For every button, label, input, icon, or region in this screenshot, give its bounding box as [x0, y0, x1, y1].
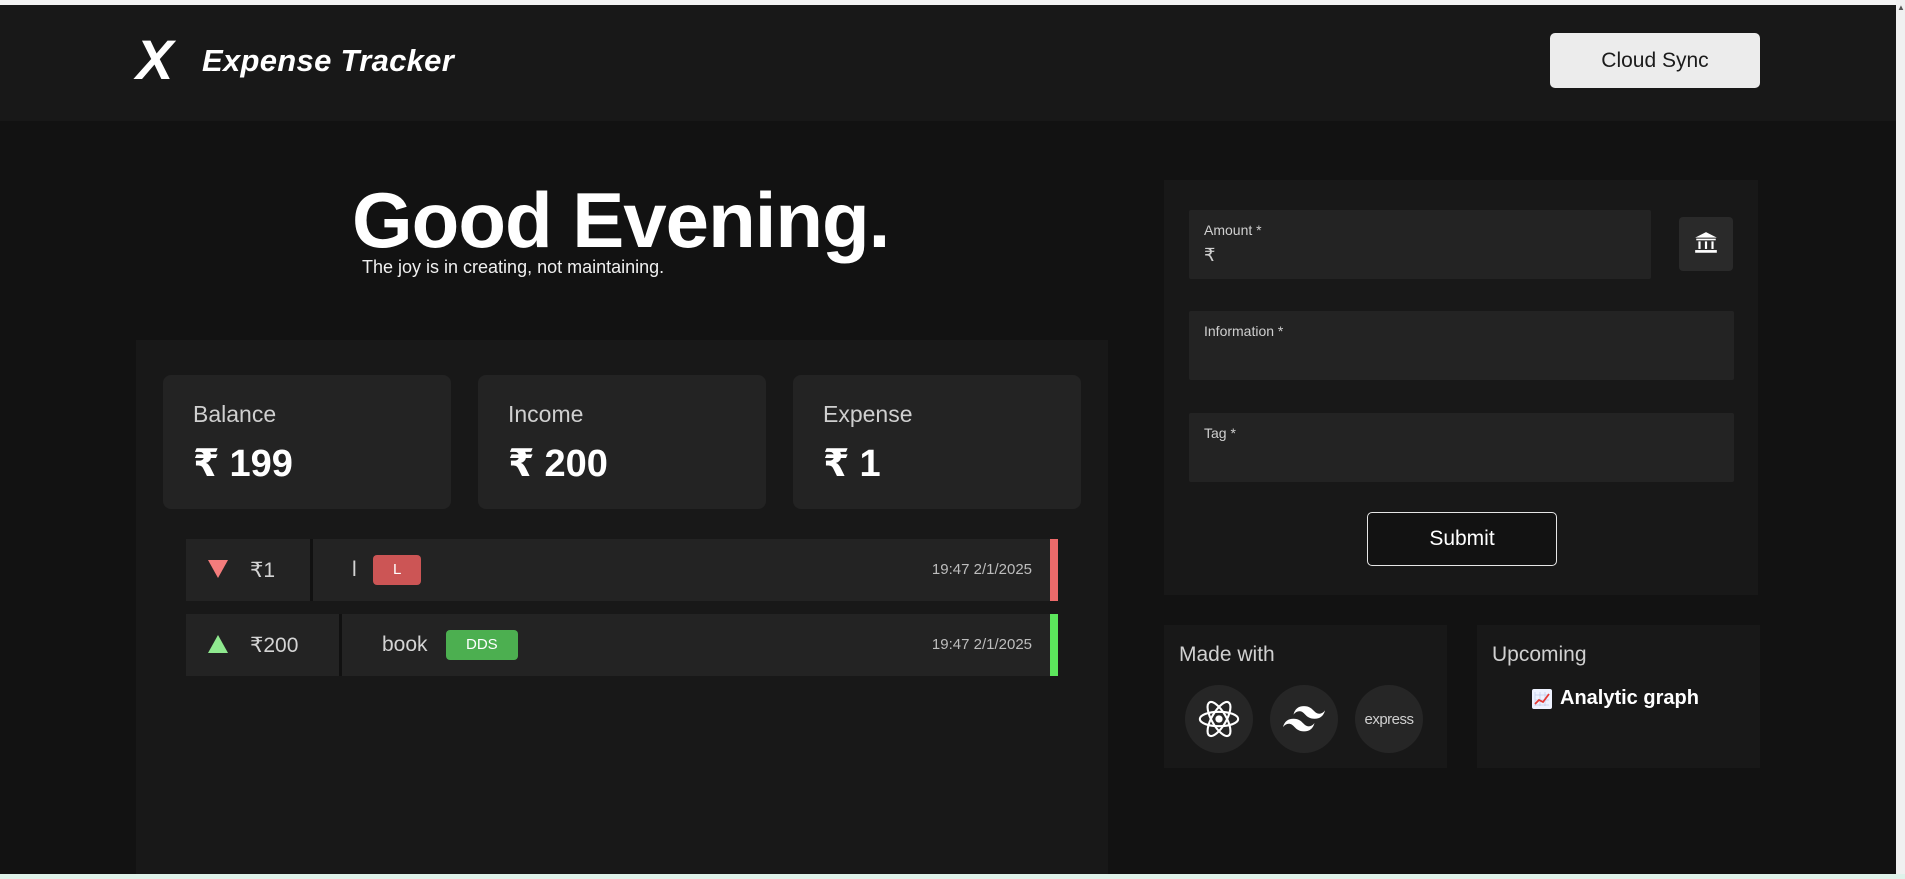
transaction-info: book: [382, 633, 428, 656]
tag-label: Tag *: [1204, 425, 1236, 441]
currency-prefix: ₹: [1204, 245, 1216, 265]
cloud-sync-button[interactable]: Cloud Sync: [1550, 33, 1760, 88]
currency-symbol: ₹: [823, 443, 850, 485]
upcoming-item-label: Analytic graph: [1560, 687, 1699, 709]
expense-indicator: [1050, 539, 1058, 601]
page: X Expense Tracker Cloud Sync Good Evenin…: [0, 0, 1905, 879]
brand-title: Expense Tracker: [202, 43, 455, 78]
transaction-tag: L: [373, 555, 422, 585]
balance-value: ₹199: [193, 441, 293, 486]
transaction-time: 19:47 2/1/2025: [931, 636, 1032, 653]
transaction-row[interactable]: ₹200 book DDS 19:47 2/1/2025: [186, 614, 1058, 676]
transaction-tag: DDS: [446, 630, 518, 660]
bottom-border: [0, 874, 1905, 879]
balance-card: Balance ₹199: [163, 375, 451, 509]
scrollbar[interactable]: ▲: [1896, 0, 1905, 879]
balance-amount: 199: [229, 443, 293, 485]
income-card: Income ₹200: [478, 375, 766, 509]
upcoming-title: Upcoming: [1492, 643, 1587, 666]
income-value: ₹200: [508, 441, 608, 486]
transaction-amount: ₹200: [250, 634, 299, 657]
balance-label: Balance: [193, 401, 277, 427]
currency-symbol: ₹: [508, 443, 535, 485]
chart-increasing-icon: [1532, 688, 1552, 709]
bank-button[interactable]: [1679, 217, 1733, 271]
triangle-down-icon: [208, 560, 228, 578]
transaction-time: 19:47 2/1/2025: [931, 561, 1032, 578]
submit-button[interactable]: Submit: [1367, 512, 1557, 566]
income-amount: 200: [544, 443, 608, 485]
currency-symbol: ₹: [193, 443, 220, 485]
income-label: Income: [508, 401, 584, 427]
expense-amount: 1: [859, 443, 881, 485]
income-indicator: [1050, 614, 1058, 676]
row-divider: [339, 614, 342, 676]
tag-field[interactable]: Tag *: [1189, 413, 1734, 482]
information-input[interactable]: [1204, 343, 1719, 371]
greeting-title: Good Evening.: [352, 176, 890, 264]
row-divider: [310, 539, 313, 601]
add-transaction-form: Amount * ₹ Information * Tag * Submit: [1164, 180, 1758, 595]
react-icon[interactable]: [1185, 685, 1253, 753]
information-field[interactable]: Information *: [1189, 311, 1734, 380]
greeting-tagline: The joy is in creating, not maintaining.: [362, 257, 665, 277]
expense-value: ₹1: [823, 441, 881, 486]
scroll-up-icon[interactable]: ▲: [1897, 3, 1905, 12]
triangle-up-icon: [208, 635, 228, 653]
transaction-amount: ₹1: [250, 559, 276, 582]
transaction-row[interactable]: ₹1 l L 19:47 2/1/2025: [186, 539, 1058, 601]
express-label: express: [1364, 710, 1414, 728]
expense-card: Expense ₹1: [793, 375, 1081, 509]
app-header: X Expense Tracker Cloud Sync: [0, 5, 1896, 121]
upcoming-item: Analytic graph: [1532, 687, 1699, 710]
bank-icon: [1695, 231, 1717, 253]
logo-icon: X: [136, 28, 174, 91]
upcoming-card: Upcoming Analytic graph: [1477, 625, 1760, 768]
made-with-title: Made with: [1179, 643, 1275, 666]
transaction-info: l: [352, 558, 357, 581]
express-icon[interactable]: express: [1355, 685, 1423, 753]
overview-panel: Balance ₹199 Income ₹200 Expense ₹1 ₹1 l…: [136, 340, 1108, 874]
amount-label: Amount *: [1204, 222, 1262, 238]
tailwind-icon[interactable]: [1270, 685, 1338, 753]
amount-field[interactable]: Amount * ₹: [1189, 210, 1651, 279]
tag-input[interactable]: [1204, 445, 1719, 473]
made-with-card: Made with express: [1164, 625, 1447, 768]
amount-input[interactable]: [1223, 242, 1635, 270]
information-label: Information *: [1204, 323, 1284, 339]
expense-label: Expense: [823, 401, 913, 427]
